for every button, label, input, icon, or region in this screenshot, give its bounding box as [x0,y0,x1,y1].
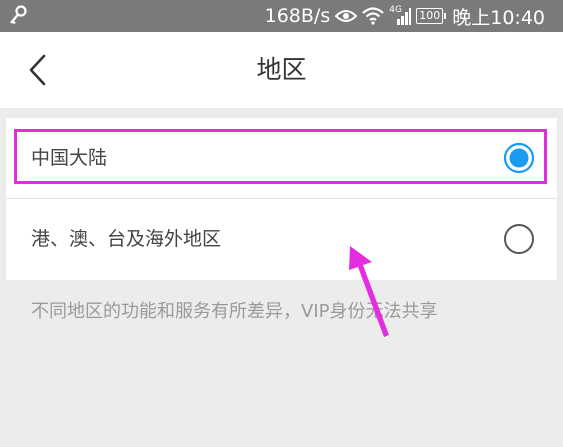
header: 地区 [0,32,563,108]
status-indicators: 168B/s 4G 100 晚上10:40 [265,0,545,32]
region-label: 中国大陆 [31,147,108,169]
key-icon [10,5,27,25]
region-note: 不同地区的功能和服务有所差异，VIP身份无法共享 [31,301,438,322]
cellular-signal-icon: 4G [389,5,412,25]
status-bar: 168B/s 4G 100 晚上10:40 [0,0,563,32]
region-label: 港、澳、台及海外地区 [31,228,222,250]
region-option-mainland[interactable]: 中国大陆 [6,118,557,198]
radio-unselected-icon[interactable] [503,223,535,255]
battery-icon: 100 [416,8,447,24]
clock: 晚上10:40 [452,6,545,29]
region-list: 中国大陆 港、澳、台及海外地区 [6,118,557,280]
wifi-icon [362,7,384,25]
eye-icon [335,10,358,22]
region-option-overseas[interactable]: 港、澳、台及海外地区 [6,199,557,279]
network-speed: 168B/s [264,5,331,27]
signal-label: 4G [389,5,402,15]
page-title: 地区 [256,55,307,84]
radio-selected-icon[interactable] [503,142,535,174]
battery-level: 100 [419,9,441,22]
